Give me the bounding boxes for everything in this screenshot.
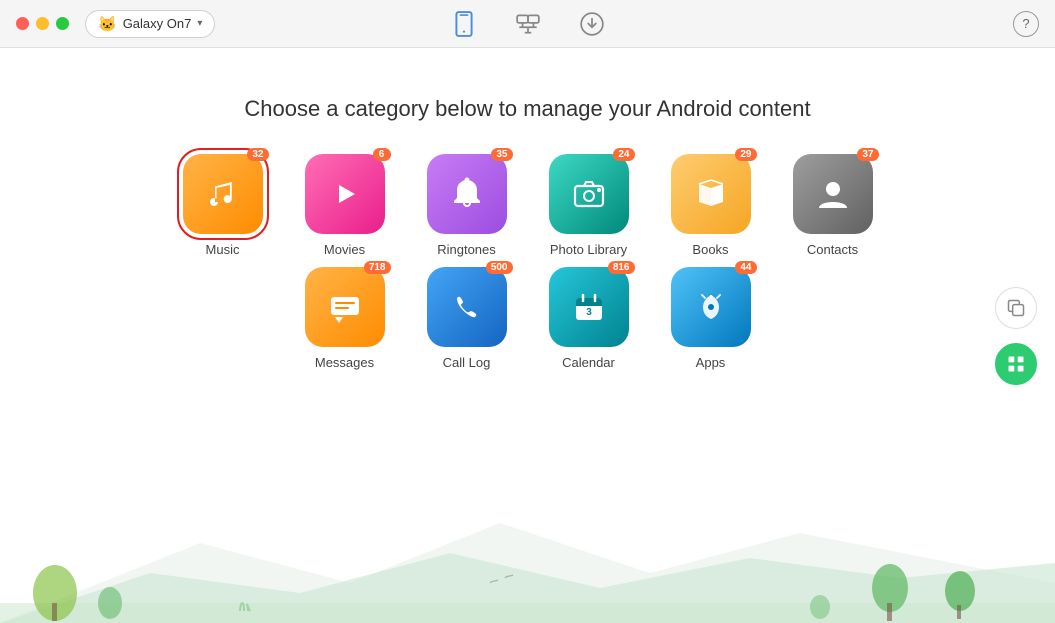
messages-icon-wrapper: 718 bbox=[305, 267, 385, 347]
close-button[interactable] bbox=[16, 17, 29, 30]
category-photo-library[interactable]: 24 Photo Library bbox=[534, 154, 644, 257]
chevron-down-icon: ▾ bbox=[197, 18, 202, 29]
music-badge: 32 bbox=[247, 148, 268, 161]
books-icon-wrapper: 29 bbox=[671, 154, 751, 234]
transfer-nav-icon[interactable] bbox=[510, 6, 546, 42]
copy-side-button[interactable] bbox=[995, 287, 1037, 329]
titlebar: 🐱 Galaxy On7 ▾ bbox=[0, 0, 1055, 48]
category-music[interactable]: 32 Music bbox=[168, 154, 278, 257]
call-log-badge: 500 bbox=[486, 261, 513, 274]
photo-library-icon-wrapper: 24 bbox=[549, 154, 629, 234]
calendar-icon-wrapper: 816 3 bbox=[549, 267, 629, 347]
category-messages[interactable]: 718 Messages bbox=[290, 267, 400, 370]
help-area: ? bbox=[1013, 11, 1039, 37]
ringtones-label: Ringtones bbox=[437, 242, 496, 257]
svg-text:3: 3 bbox=[586, 307, 592, 318]
ringtones-icon-wrapper: 35 bbox=[427, 154, 507, 234]
device-selector[interactable]: 🐱 Galaxy On7 ▾ bbox=[85, 10, 215, 38]
minimize-button[interactable] bbox=[36, 17, 49, 30]
category-movies[interactable]: 6 Movies bbox=[290, 154, 400, 257]
music-label: Music bbox=[206, 242, 240, 257]
main-content: Choose a category below to manage your A… bbox=[0, 48, 1055, 623]
device-icon: 🐱 bbox=[98, 15, 117, 33]
books-badge: 29 bbox=[735, 148, 756, 161]
category-grid: 32 Music 6 Movies bbox=[168, 154, 888, 380]
download-nav-icon[interactable] bbox=[574, 6, 610, 42]
apps-icon-wrapper: 44 bbox=[671, 267, 751, 347]
movies-icon-wrapper: 6 bbox=[305, 154, 385, 234]
category-books[interactable]: 29 Books bbox=[656, 154, 766, 257]
titlebar-nav bbox=[446, 6, 610, 42]
contacts-badge: 37 bbox=[857, 148, 878, 161]
music-icon-wrapper: 32 bbox=[183, 154, 263, 234]
calendar-badge: 816 bbox=[608, 261, 635, 274]
movies-badge: 6 bbox=[373, 148, 391, 161]
call-log-label: Call Log bbox=[443, 355, 491, 370]
messages-badge: 718 bbox=[364, 261, 391, 274]
maximize-button[interactable] bbox=[56, 17, 69, 30]
ringtones-badge: 35 bbox=[491, 148, 512, 161]
messages-label: Messages bbox=[315, 355, 374, 370]
books-label: Books bbox=[692, 242, 728, 257]
category-apps[interactable]: 44 Apps bbox=[656, 267, 766, 370]
traffic-lights bbox=[16, 17, 69, 30]
help-label: ? bbox=[1022, 16, 1029, 31]
call-log-icon-wrapper: 500 bbox=[427, 267, 507, 347]
calendar-label: Calendar bbox=[562, 355, 615, 370]
apps-label: Apps bbox=[696, 355, 726, 370]
help-button[interactable]: ? bbox=[1013, 11, 1039, 37]
device-name: Galaxy On7 bbox=[123, 16, 192, 31]
page-title: Choose a category below to manage your A… bbox=[244, 96, 810, 122]
photo-library-label: Photo Library bbox=[550, 242, 627, 257]
grid-side-button[interactable] bbox=[995, 343, 1037, 385]
category-row-1: 32 Music 6 Movies bbox=[168, 154, 888, 257]
movies-label: Movies bbox=[324, 242, 365, 257]
category-call-log[interactable]: 500 Call Log bbox=[412, 267, 522, 370]
contacts-icon-wrapper: 37 bbox=[793, 154, 873, 234]
phone-nav-icon[interactable] bbox=[446, 6, 482, 42]
category-calendar[interactable]: 816 3 Calendar bbox=[534, 267, 644, 370]
category-row-2: 718 Messages 500 bbox=[290, 267, 766, 370]
right-panel bbox=[995, 287, 1037, 385]
category-ringtones[interactable]: 35 Ringtones bbox=[412, 154, 522, 257]
category-contacts[interactable]: 37 Contacts bbox=[778, 154, 888, 257]
contacts-label: Contacts bbox=[807, 242, 858, 257]
scenery-decoration bbox=[0, 503, 1055, 623]
apps-badge: 44 bbox=[735, 261, 756, 274]
photo-library-badge: 24 bbox=[613, 148, 634, 161]
